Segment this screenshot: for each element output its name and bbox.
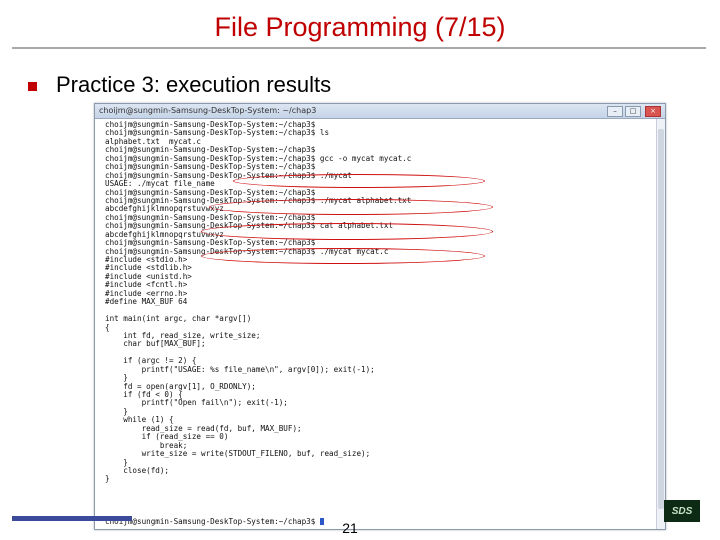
- bullet-square-icon: [28, 82, 37, 91]
- maximize-icon[interactable]: □: [625, 106, 641, 117]
- terminal-line: char buf[MAX_BUF];: [105, 339, 206, 349]
- close-icon[interactable]: ×: [645, 106, 661, 117]
- terminal-line: if (read_size == 0): [105, 432, 229, 442]
- terminal-line: #include <errno.h>: [105, 288, 188, 298]
- scroll-thumb[interactable]: [658, 129, 664, 509]
- logo: SDS: [664, 500, 700, 522]
- terminal-titlebar[interactable]: choijm@sungmin-Samsung-DeskTop-System: ~…: [95, 104, 665, 119]
- highlight-ellipse: [201, 223, 493, 240]
- terminal-line: #include <unistd.h>: [105, 271, 192, 281]
- minimize-icon[interactable]: –: [607, 106, 623, 117]
- bullet-text: Practice 3: execution results: [56, 72, 332, 97]
- terminal-line: }: [105, 474, 110, 484]
- title-divider: [12, 47, 706, 49]
- highlight-ellipse: [233, 174, 485, 188]
- terminal-title: choijm@sungmin-Samsung-DeskTop-System: ~…: [99, 106, 317, 115]
- terminal-line: write_size = write(STDOUT_FILENO, buf, r…: [105, 449, 371, 459]
- highlight-ellipse: [209, 199, 493, 215]
- terminal-scrollbar[interactable]: [656, 119, 665, 529]
- terminal-line: printf("USAGE: %s file_name\n", argv[0])…: [105, 364, 375, 374]
- page-number: 21: [342, 520, 358, 536]
- terminal-line: #define MAX_BUF 64: [105, 297, 188, 307]
- terminal-line: int main(int argc, char *argv[]): [105, 314, 252, 324]
- terminal-line: }: [105, 406, 128, 416]
- slide-title: File Programming (7/15): [214, 12, 506, 42]
- terminal-line: }: [105, 457, 128, 467]
- terminal-line: printf("Open fail\n"); exit(-1);: [105, 398, 288, 408]
- terminal-line: close(fd);: [105, 465, 170, 475]
- terminal-line: #include <fcntl.h>: [105, 280, 188, 290]
- terminal-window[interactable]: choijm@sungmin-Samsung-DeskTop-System: ~…: [94, 103, 666, 530]
- terminal-line: fd = open(argv[1], O_RDONLY);: [105, 381, 256, 391]
- highlight-ellipse: [201, 248, 485, 264]
